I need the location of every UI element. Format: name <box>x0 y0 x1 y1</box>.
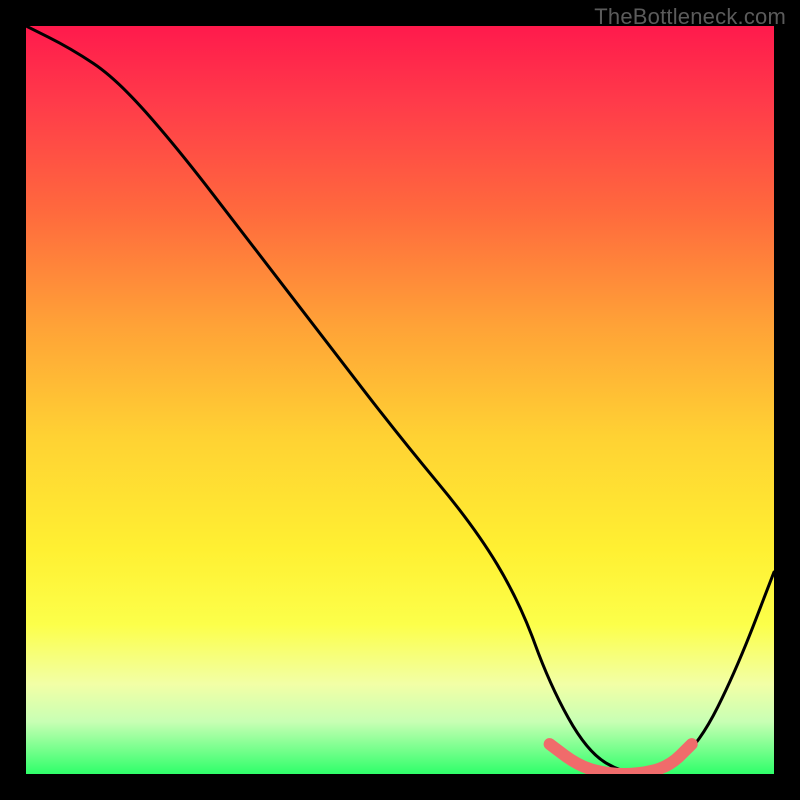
optimal-band-line <box>550 744 692 774</box>
chart-frame <box>26 26 774 774</box>
bottleneck-curve-line <box>26 26 774 774</box>
chart-svg <box>26 26 774 774</box>
